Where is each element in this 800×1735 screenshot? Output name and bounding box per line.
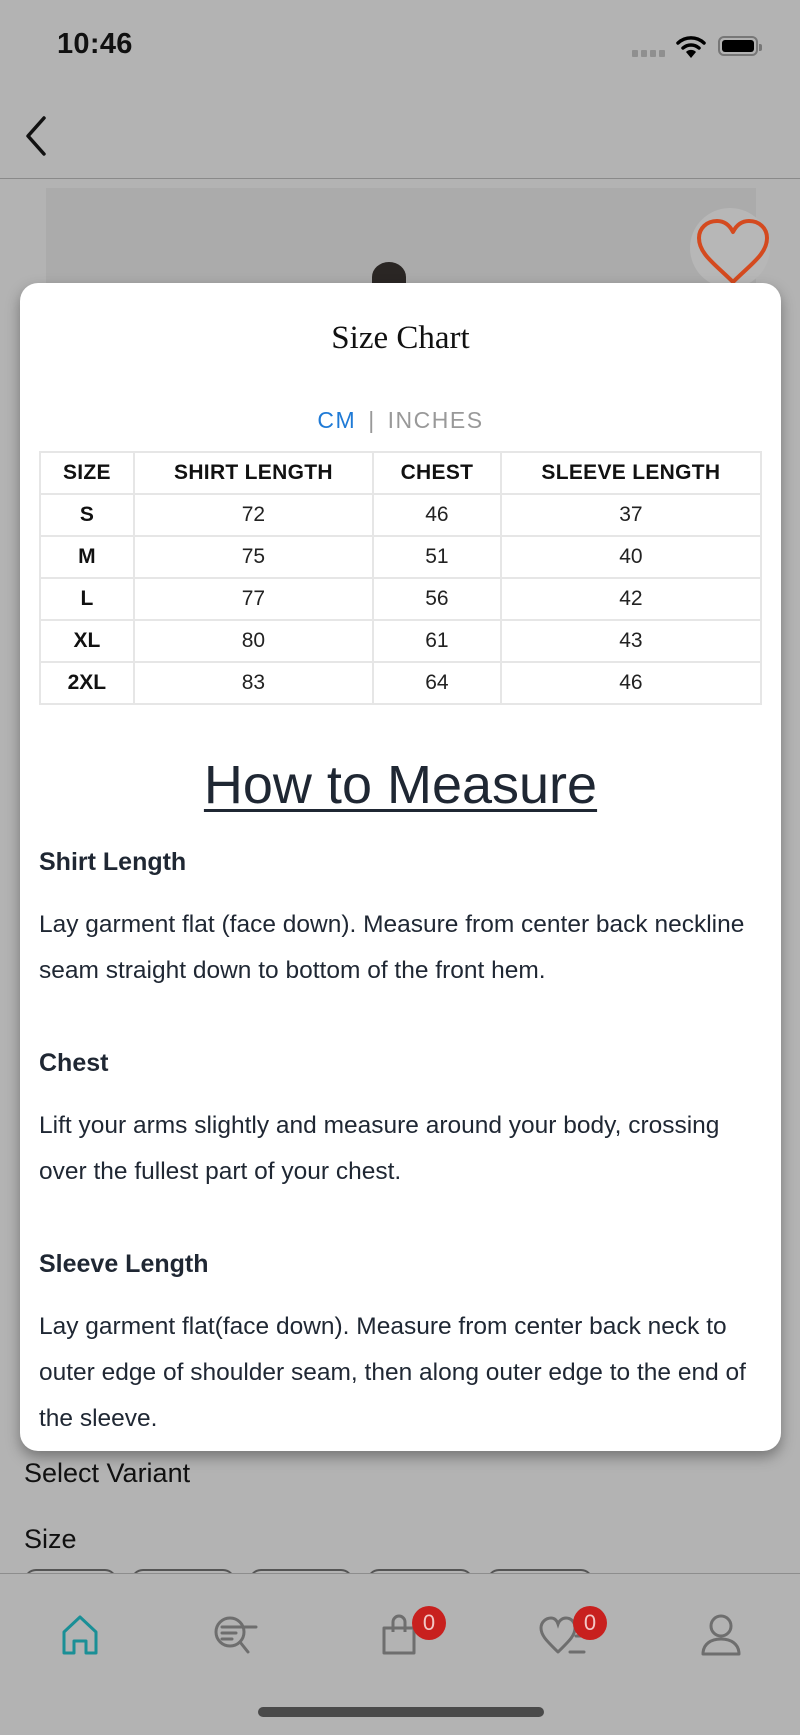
- header-size: SIZE: [39, 451, 135, 495]
- sleeve-length-cell: 42: [499, 577, 763, 621]
- size-label: Size: [24, 1524, 77, 1554]
- how-to-measure-title: How to Measure: [203, 755, 598, 815]
- table-header-row: SIZE SHIRT LENGTH CHEST SLEEVE LENGTH: [39, 451, 763, 495]
- size-cell: 2XL: [39, 661, 135, 705]
- size-cell: M: [39, 535, 135, 579]
- section-text-shirt-length: Lay garment flat (face down). Measure fr…: [39, 911, 745, 984]
- section-text-chest: Lift your arms slightly and measure arou…: [39, 1112, 720, 1185]
- chest-cell: 64: [372, 661, 502, 705]
- status-bar: 10:46: [0, 0, 800, 100]
- size-cell: L: [39, 577, 135, 621]
- header-divider: [0, 178, 800, 179]
- status-time: 10:46: [57, 28, 133, 60]
- sleeve-length-cell: 46: [499, 661, 763, 705]
- cart-badge: 0: [412, 1606, 446, 1640]
- section-text-sleeve-length: Lay garment flat(face down). Measure fro…: [39, 1313, 746, 1432]
- home-indicator: [258, 1707, 544, 1717]
- chevron-left-icon: [26, 116, 46, 156]
- unit-cm-button[interactable]: CM: [317, 407, 356, 433]
- wifi-icon: [676, 36, 706, 58]
- table-row: XL 80 61 43: [39, 619, 763, 663]
- shirt-length-cell: 80: [132, 619, 375, 663]
- table-row: S 72 46 37: [39, 493, 763, 537]
- home-icon: [62, 1615, 98, 1655]
- battery-icon: [718, 36, 762, 56]
- chest-cell: 56: [372, 577, 502, 621]
- size-cell: XL: [39, 619, 135, 663]
- tab-cart[interactable]: 0: [364, 1606, 446, 1674]
- section-heading-chest: Chest: [39, 1049, 109, 1077]
- back-button[interactable]: [18, 112, 58, 162]
- chest-cell: 51: [372, 535, 502, 579]
- header-shirt-length: SHIRT LENGTH: [132, 451, 375, 495]
- cellular-signal-icon: [632, 50, 665, 57]
- size-chart-modal: Size Chart CM | INCHES SIZE SHIRT LENGTH C…: [20, 283, 781, 1451]
- size-table: SIZE SHIRT LENGTH CHEST SLEEVE LENGTH S …: [39, 451, 763, 705]
- tab-home[interactable]: [45, 1614, 115, 1674]
- chest-cell: 46: [372, 493, 502, 537]
- section-heading-sleeve-length: Sleeve Length: [39, 1250, 209, 1278]
- header-chest: CHEST: [372, 451, 502, 495]
- search-list-icon: [214, 1616, 258, 1654]
- wishlist-badge: 0: [573, 1606, 607, 1640]
- unit-inches-button[interactable]: INCHES: [388, 407, 484, 433]
- shirt-length-cell: 77: [132, 577, 375, 621]
- sleeve-length-cell: 43: [499, 619, 763, 663]
- shirt-length-cell: 75: [132, 535, 375, 579]
- sleeve-length-cell: 37: [499, 493, 763, 537]
- section-heading-shirt-length: Shirt Length: [39, 848, 187, 876]
- sleeve-length-cell: 40: [499, 535, 763, 579]
- table-row: L 77 56 42: [39, 577, 763, 621]
- tab-profile[interactable]: [686, 1614, 756, 1674]
- user-icon: [701, 1614, 741, 1656]
- modal-title: Size Chart: [331, 320, 470, 356]
- shirt-length-cell: 72: [132, 493, 375, 537]
- favorite-button[interactable]: [690, 208, 770, 288]
- size-cell: S: [39, 493, 135, 537]
- tab-search[interactable]: [200, 1614, 270, 1674]
- unit-separator: |: [368, 407, 376, 433]
- unit-toggle: CM | INCHES: [20, 407, 781, 434]
- chest-cell: 61: [372, 619, 502, 663]
- shirt-length-cell: 83: [132, 661, 375, 705]
- table-row: M 75 51 40: [39, 535, 763, 579]
- header-sleeve-length: SLEEVE LENGTH: [499, 451, 763, 495]
- heart-outline-icon: [697, 219, 769, 284]
- table-row: 2XL 83 64 46: [39, 661, 763, 705]
- select-variant-label: Select Variant: [24, 1458, 191, 1488]
- tab-wishlist[interactable]: 0: [528, 1606, 607, 1674]
